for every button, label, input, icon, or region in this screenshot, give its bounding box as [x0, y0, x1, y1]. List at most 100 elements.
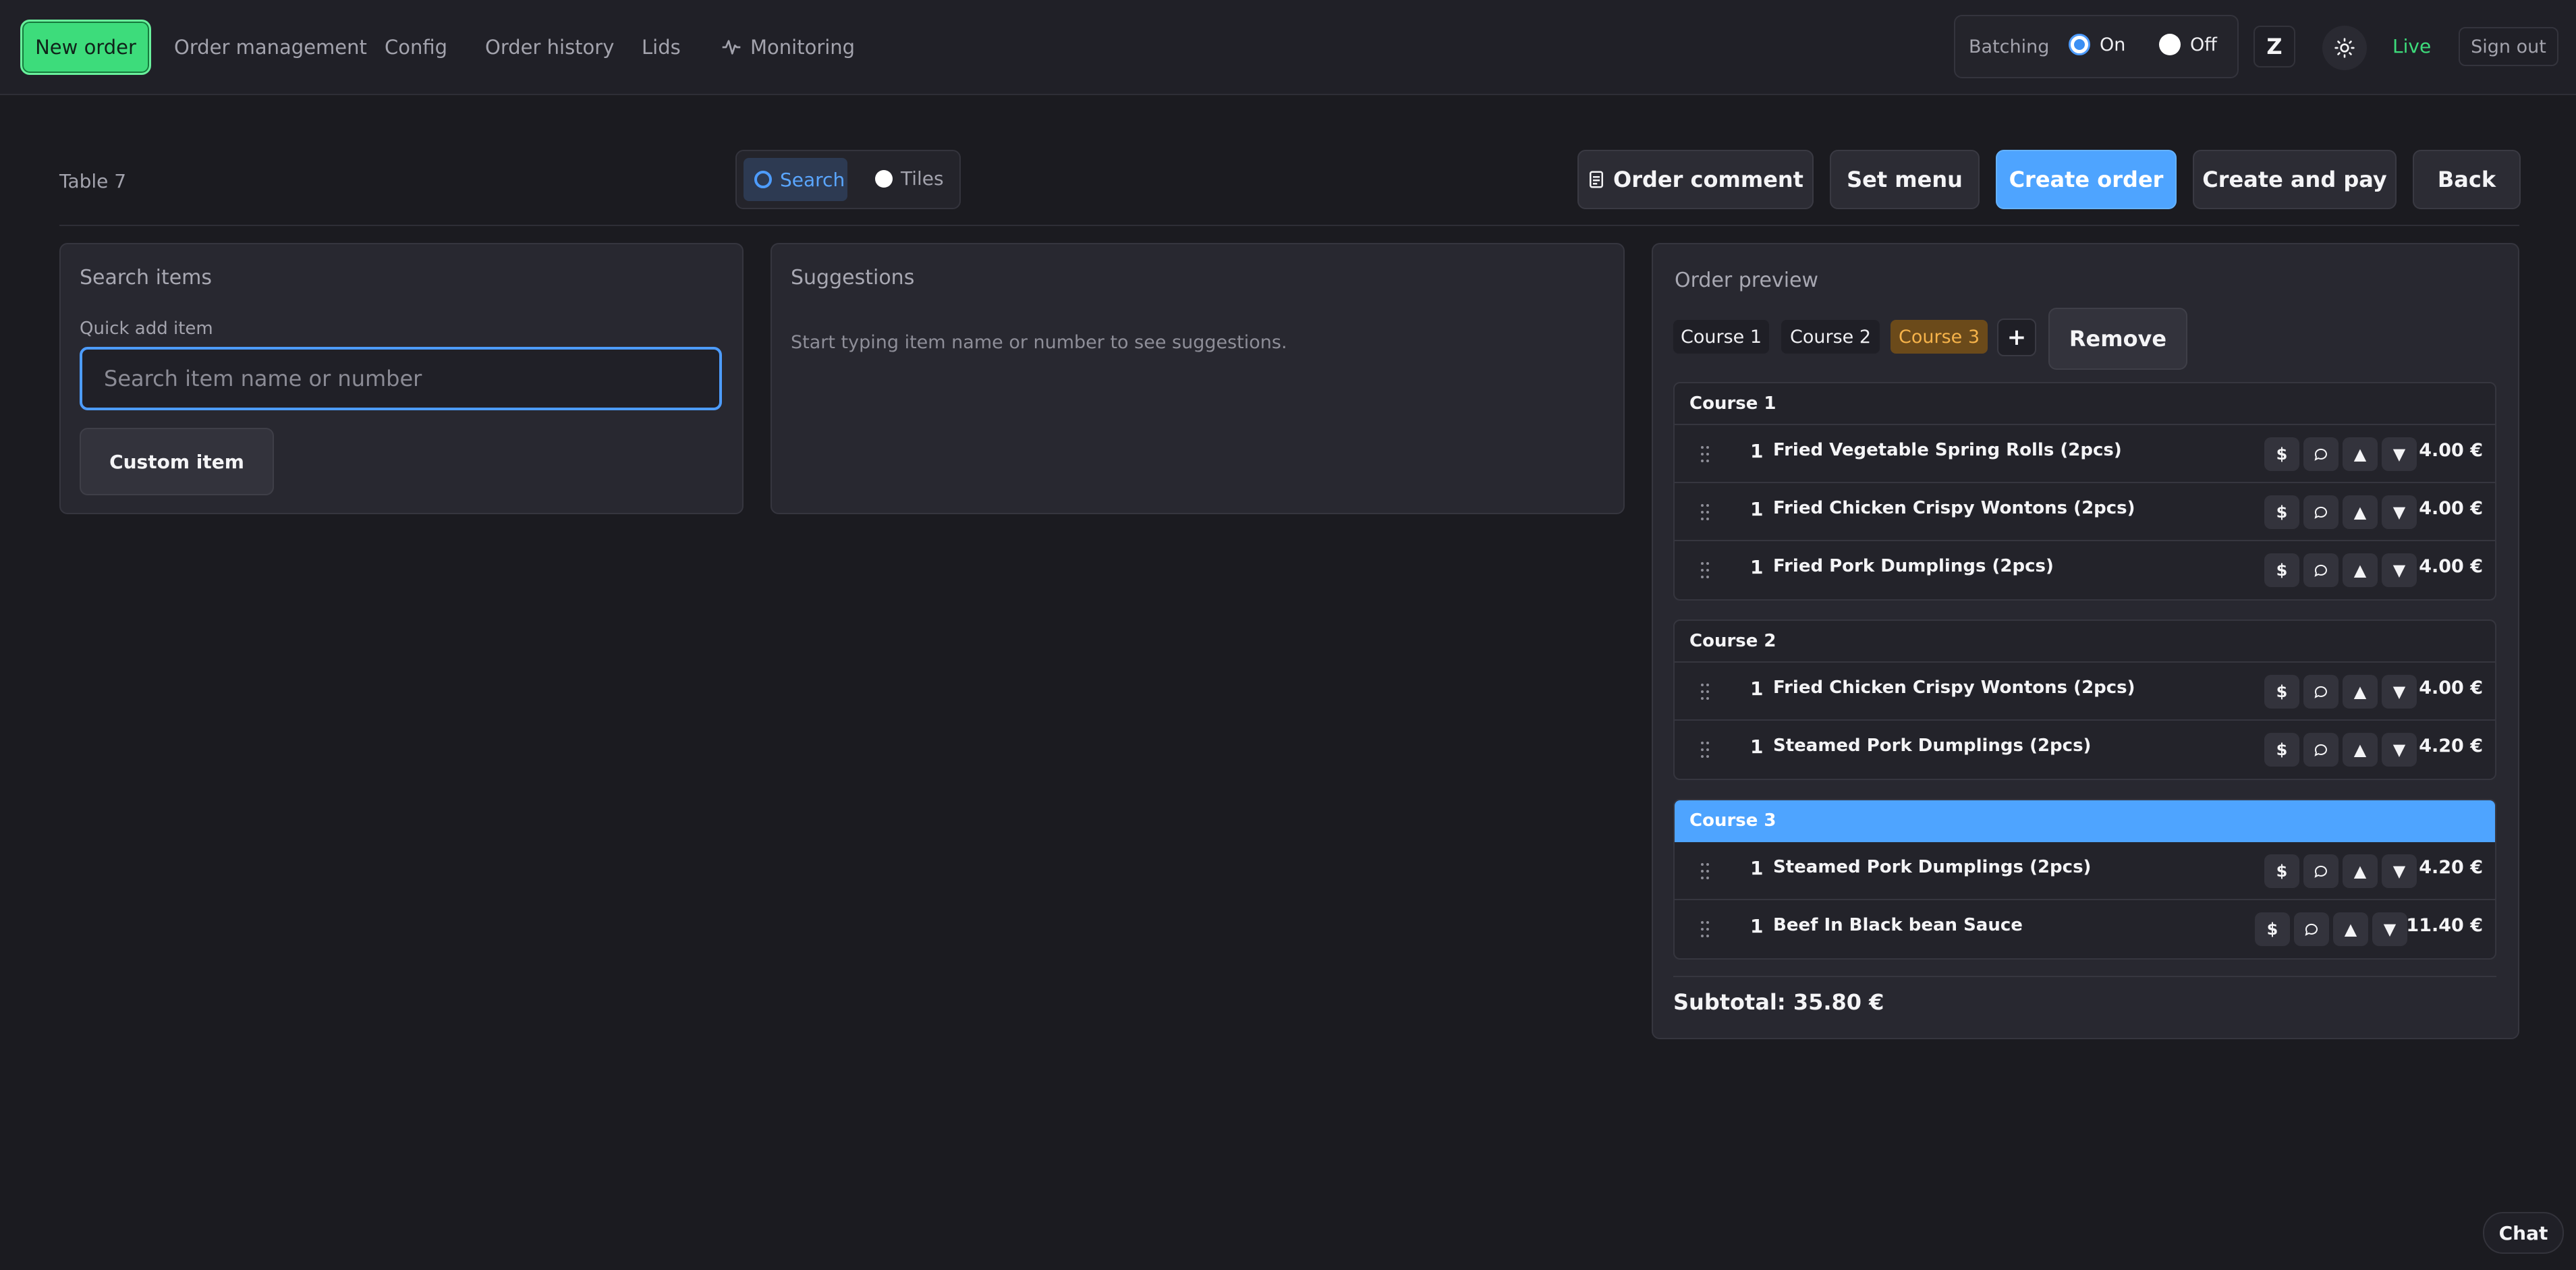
order-item-row[interactable]: 1 Steamed Pork Dumplings (2pcs) $ ▲ ▼ 4.20 € [1675, 842, 2495, 900]
move-up-button[interactable]: ▲ [2343, 733, 2378, 767]
order-item-row[interactable]: 1 Beef In Black bean Sauce $ ▲ ▼ 11.40 € [1675, 900, 2495, 958]
mode-search-label: Search [780, 168, 845, 191]
divider [1673, 976, 2496, 977]
move-down-button[interactable]: ▼ [2382, 437, 2417, 471]
live-status: Live [2392, 35, 2432, 57]
item-comment-button[interactable] [2303, 495, 2339, 529]
item-comment-button[interactable] [2303, 733, 2339, 767]
order-item-row[interactable]: 1 Fried Vegetable Spring Rolls (2pcs) $ ▲ ▼ 4… [1675, 425, 2495, 483]
search-input[interactable] [80, 347, 722, 410]
item-name: Fried Chicken Crispy Wontons (2pcs) [1773, 678, 2135, 698]
create-and-pay-button[interactable]: Create and pay [2193, 150, 2397, 209]
comment-icon [2314, 865, 2327, 878]
nav-new-order[interactable]: New order [20, 20, 151, 75]
divider [59, 225, 2519, 226]
item-quantity: 1 [1750, 678, 1764, 700]
price-override-button[interactable]: $ [2264, 675, 2299, 709]
drag-handle-icon[interactable] [1700, 444, 1710, 464]
custom-item-button[interactable]: Custom item [80, 428, 274, 495]
price-override-button[interactable]: $ [2264, 437, 2299, 471]
item-comment-button[interactable] [2303, 553, 2339, 587]
activity-icon [722, 40, 741, 55]
nav-order-management[interactable]: Order management [174, 20, 367, 75]
item-name: Fried Vegetable Spring Rolls (2pcs) [1773, 440, 2122, 460]
price-override-button[interactable]: $ [2264, 733, 2299, 767]
suggestions-hint: Start typing item name or number to see … [791, 332, 1287, 353]
batching-on-radio[interactable]: On [2069, 34, 2125, 55]
item-price: 4.20 € [2419, 857, 2483, 878]
comment-icon [2314, 686, 2327, 698]
move-down-button[interactable]: ▼ [2382, 733, 2417, 767]
item-quantity: 1 [1750, 556, 1764, 578]
item-price: 4.00 € [2419, 498, 2483, 519]
order-item-row[interactable]: 1 Fried Chicken Crispy Wontons (2pcs) $ ▲ ▼ 4… [1675, 483, 2495, 541]
subtotal: Subtotal: 35.80 € [1673, 989, 1884, 1015]
suggestions-panel: Suggestions Start typing item name or nu… [771, 243, 1625, 514]
item-comment-button[interactable] [2303, 437, 2339, 471]
move-up-button[interactable]: ▲ [2343, 495, 2378, 529]
item-comment-button[interactable] [2303, 675, 2339, 709]
remove-course-button[interactable]: Remove [2048, 308, 2187, 370]
nav-monitoring[interactable]: Monitoring [721, 20, 855, 75]
item-name: Fried Chicken Crispy Wontons (2pcs) [1773, 498, 2135, 518]
course-header[interactable]: Course 1 [1675, 383, 2495, 425]
move-down-button[interactable]: ▼ [2382, 495, 2417, 529]
drag-handle-icon[interactable] [1700, 861, 1710, 881]
tab-course-1[interactable]: Course 1 [1673, 320, 1769, 354]
order-item-row[interactable]: 1 Steamed Pork Dumplings (2pcs) $ ▲ ▼ 4.20 € [1675, 721, 2495, 779]
table-label: Table 7 [59, 170, 127, 192]
item-price: 4.20 € [2419, 736, 2483, 756]
price-override-button[interactable]: $ [2264, 553, 2299, 587]
item-name: Beef In Black bean Sauce [1773, 915, 2023, 935]
item-comment-button[interactable] [2294, 912, 2329, 946]
theme-toggle-button[interactable] [2322, 26, 2367, 70]
move-up-button[interactable]: ▲ [2343, 437, 2378, 471]
course-block: Course 2 1 Fried Chicken Crispy Wontons (2… [1673, 619, 2496, 780]
order-comment-button[interactable]: Order comment [1577, 150, 1814, 209]
move-down-button[interactable]: ▼ [2382, 675, 2417, 709]
price-override-button[interactable]: $ [2264, 495, 2299, 529]
nav-order-history[interactable]: Order history [485, 20, 614, 75]
chat-button[interactable]: Chat [2483, 1212, 2564, 1254]
add-course-button[interactable]: + [1997, 319, 2036, 356]
drag-handle-icon[interactable] [1700, 682, 1710, 702]
price-override-button[interactable]: $ [2255, 912, 2290, 946]
set-menu-button[interactable]: Set menu [1830, 150, 1980, 209]
move-down-button[interactable]: ▼ [2382, 854, 2417, 888]
move-up-button[interactable]: ▲ [2333, 912, 2368, 946]
create-order-button[interactable]: Create order [1996, 150, 2177, 209]
order-item-row[interactable]: 1 Fried Chicken Crispy Wontons (2pcs) $ ▲ ▼ 4… [1675, 663, 2495, 721]
item-price: 4.00 € [2419, 678, 2483, 698]
drag-handle-icon[interactable] [1700, 560, 1710, 580]
course-header[interactable]: Course 3 [1675, 800, 2495, 842]
drag-handle-icon[interactable] [1700, 919, 1710, 939]
price-override-button[interactable]: $ [2264, 854, 2299, 888]
drag-handle-icon[interactable] [1700, 502, 1710, 522]
course-block: Course 3 1 Steamed Pork Dumplings (2pcs) $ ▲… [1673, 799, 2496, 960]
move-up-button[interactable]: ▲ [2343, 854, 2378, 888]
z-button[interactable]: Z [2253, 26, 2295, 67]
batching-on-label: On [2100, 34, 2126, 55]
item-comment-button[interactable] [2303, 854, 2339, 888]
mode-toggle: Search Tiles [735, 150, 961, 209]
radio-unselected-icon [875, 169, 893, 188]
order-item-row[interactable]: 1 Fried Pork Dumplings (2pcs) $ ▲ ▼ 4.00 € [1675, 541, 2495, 599]
mode-search-option[interactable]: Search [744, 158, 847, 201]
move-down-button[interactable]: ▼ [2382, 553, 2417, 587]
tab-course-3[interactable]: Course 3 [1891, 320, 1988, 354]
batching-off-radio[interactable]: Off [2159, 34, 2217, 55]
move-up-button[interactable]: ▲ [2343, 675, 2378, 709]
nav-lids[interactable]: Lids [642, 20, 681, 75]
comment-icon [2305, 923, 2318, 936]
mode-tiles-option[interactable]: Tiles [875, 167, 944, 190]
nav-config[interactable]: Config [385, 20, 447, 75]
sign-out-button[interactable]: Sign out [2459, 27, 2558, 66]
comment-icon [2314, 448, 2327, 461]
back-button[interactable]: Back [2413, 150, 2521, 209]
course-header[interactable]: Course 2 [1675, 621, 2495, 663]
move-down-button[interactable]: ▼ [2372, 912, 2407, 946]
move-up-button[interactable]: ▲ [2343, 553, 2378, 587]
course-block: Course 1 1 Fried Vegetable Spring Rolls (2… [1673, 382, 2496, 601]
tab-course-2[interactable]: Course 2 [1781, 320, 1880, 354]
drag-handle-icon[interactable] [1700, 740, 1710, 760]
